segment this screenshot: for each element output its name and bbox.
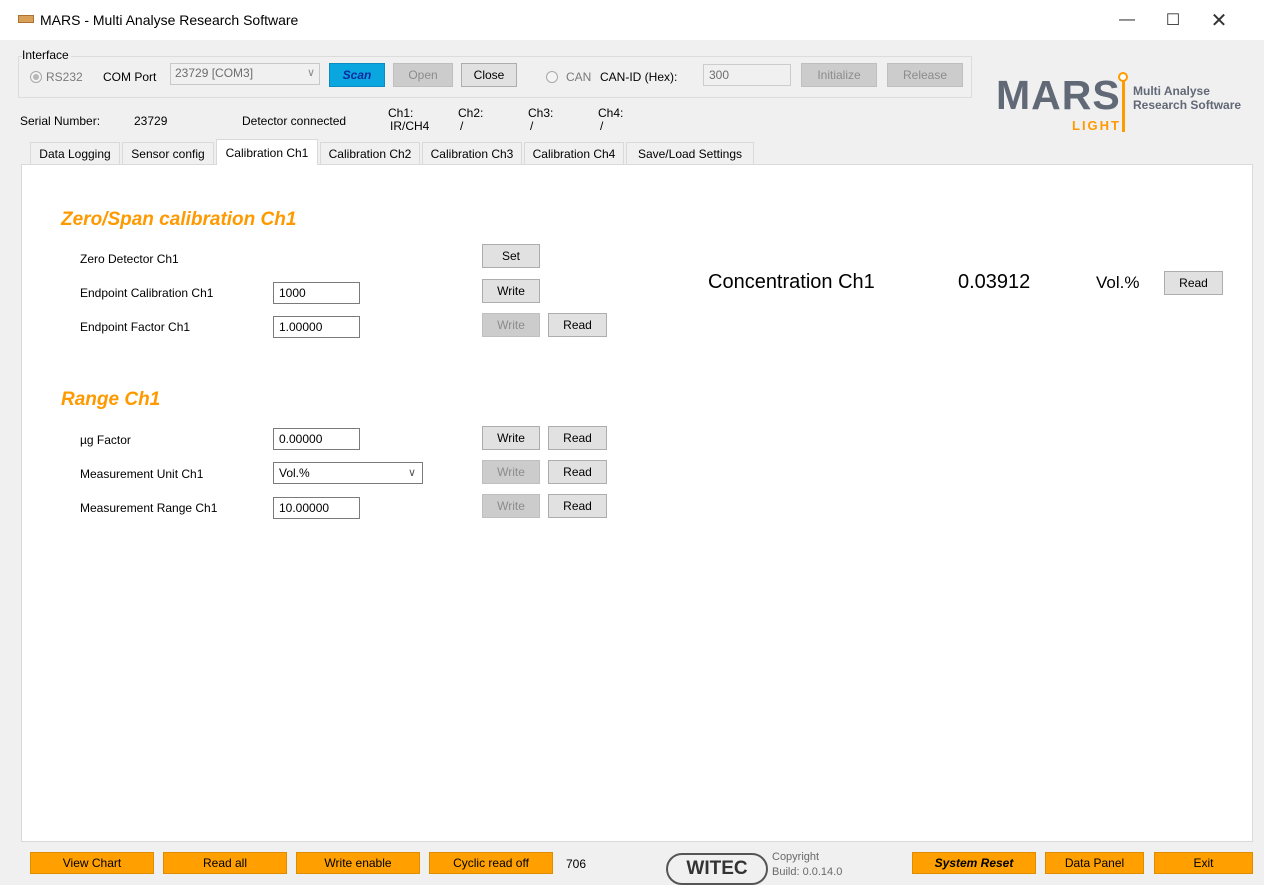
- ug-factor-read-button[interactable]: Read: [548, 426, 607, 450]
- logo-bar: [1122, 80, 1125, 132]
- measurement-range-label: Measurement Range Ch1: [80, 501, 218, 515]
- endpoint-calibration-label: Endpoint Calibration Ch1: [80, 286, 214, 300]
- measurement-unit-read-button[interactable]: Read: [548, 460, 607, 484]
- measurement-unit-value: Vol.%: [279, 466, 310, 480]
- endpoint-factor-label: Endpoint Factor Ch1: [80, 320, 191, 334]
- endpoint-factor-read-button[interactable]: Read: [548, 313, 607, 337]
- open-button[interactable]: Open: [393, 63, 453, 87]
- serial-number-label: Serial Number:: [20, 114, 101, 128]
- concentration-value: 0.03912: [958, 271, 1031, 293]
- copyright-label: Copyright: [772, 851, 820, 863]
- tab-calibration-ch3[interactable]: Calibration Ch3: [422, 142, 522, 164]
- initialize-button[interactable]: Initialize: [801, 63, 877, 87]
- exit-button[interactable]: Exit: [1154, 852, 1253, 874]
- concentration-read-button[interactable]: Read: [1164, 271, 1223, 295]
- range-title: Range Ch1: [61, 389, 161, 410]
- ch2-label: Ch2:: [458, 106, 484, 120]
- minimize-icon[interactable]: —: [1104, 0, 1150, 40]
- zero-detector-label: Zero Detector Ch1: [80, 252, 179, 266]
- can-id-field[interactable]: 300: [703, 64, 791, 86]
- can-id-label: CAN-ID (Hex):: [600, 70, 678, 84]
- detector-status: Detector connected: [242, 114, 347, 128]
- maximize-icon[interactable]: ☐: [1150, 0, 1196, 40]
- can-radio[interactable]: [546, 71, 558, 83]
- ug-factor-field[interactable]: 0.00000: [273, 428, 360, 450]
- concentration-label: Concentration Ch1: [708, 271, 875, 293]
- logo-tagline-line1: Multi Analyse: [1133, 84, 1210, 98]
- scan-button[interactable]: Scan: [329, 63, 385, 87]
- tab-data-logging[interactable]: Data Logging: [30, 142, 120, 164]
- ch4-label: Ch4:: [598, 106, 624, 120]
- zero-set-button[interactable]: Set: [482, 244, 540, 268]
- build-label: Build: 0.0.14.0: [772, 866, 843, 878]
- app-icon: [18, 15, 34, 23]
- cyclic-read-button[interactable]: Cyclic read off: [429, 852, 553, 874]
- rs232-radio[interactable]: [30, 71, 42, 83]
- ch3-value: /: [530, 119, 534, 133]
- measurement-unit-write-button[interactable]: Write: [482, 460, 540, 484]
- tab-sensor-config[interactable]: Sensor config: [122, 142, 214, 164]
- com-port-label: COM Port: [103, 70, 157, 84]
- endpoint-factor-field[interactable]: 1.00000: [273, 316, 360, 338]
- zero-span-title: Zero/Span calibration Ch1: [61, 209, 297, 230]
- measurement-range-read-button[interactable]: Read: [548, 494, 607, 518]
- tab-calibration-ch2[interactable]: Calibration Ch2: [320, 142, 420, 164]
- com-port-value: 23729 [COM3]: [175, 66, 254, 80]
- concentration-unit: Vol.%: [1096, 273, 1140, 292]
- measurement-range-field[interactable]: 10.00000: [273, 497, 360, 519]
- write-enable-button[interactable]: Write enable: [296, 852, 420, 874]
- read-all-button[interactable]: Read all: [163, 852, 287, 874]
- data-panel-button[interactable]: Data Panel: [1045, 852, 1144, 874]
- ug-factor-write-button[interactable]: Write: [482, 426, 540, 450]
- logo-tagline-line2: Research Software: [1133, 98, 1242, 112]
- com-port-select[interactable]: 23729 [COM3] ∨: [170, 63, 320, 85]
- tab-calibration-ch4[interactable]: Calibration Ch4: [524, 142, 624, 164]
- endpoint-factor-write-button[interactable]: Write: [482, 313, 540, 337]
- system-reset-button[interactable]: System Reset: [912, 852, 1036, 874]
- measurement-range-write-button[interactable]: Write: [482, 494, 540, 518]
- logo-dot: [1118, 72, 1128, 82]
- ch2-value: /: [460, 119, 464, 133]
- chevron-down-icon: ∨: [306, 67, 315, 79]
- chevron-down-icon: ∨: [407, 467, 416, 479]
- release-button[interactable]: Release: [887, 63, 963, 87]
- measurement-unit-select[interactable]: Vol.% ∨: [273, 462, 423, 484]
- mars-logo: MARS: [996, 72, 1121, 118]
- logo-tagline: Multi Analyse Research Software: [1133, 84, 1241, 112]
- interface-group-label: Interface: [22, 48, 71, 62]
- can-label: CAN: [566, 70, 592, 84]
- light-logo: LIGHT: [1072, 118, 1121, 133]
- close-button[interactable]: Close: [461, 63, 517, 87]
- endpoint-calibration-field[interactable]: 1000: [273, 282, 360, 304]
- ch1-label: Ch1:: [388, 106, 414, 120]
- cyclic-counter: 706: [566, 857, 587, 871]
- ug-factor-label: µg Factor: [80, 433, 131, 447]
- close-icon[interactable]: ✕: [1196, 0, 1242, 40]
- ch4-value: /: [600, 119, 604, 133]
- view-chart-button[interactable]: View Chart: [30, 852, 154, 874]
- tab-save-load-settings[interactable]: Save/Load Settings: [626, 142, 754, 164]
- rs232-label: RS232: [46, 70, 83, 84]
- serial-number-value: 23729: [134, 114, 168, 128]
- endpoint-calibration-write-button[interactable]: Write: [482, 279, 540, 303]
- measurement-unit-label: Measurement Unit Ch1: [80, 467, 204, 481]
- ch3-label: Ch3:: [528, 106, 554, 120]
- tab-calibration-ch1[interactable]: Calibration Ch1: [216, 139, 318, 165]
- witec-logo: WITEC: [666, 853, 768, 885]
- window-title: MARS - Multi Analyse Research Software: [40, 12, 299, 28]
- ch1-value: IR/CH4: [390, 119, 430, 133]
